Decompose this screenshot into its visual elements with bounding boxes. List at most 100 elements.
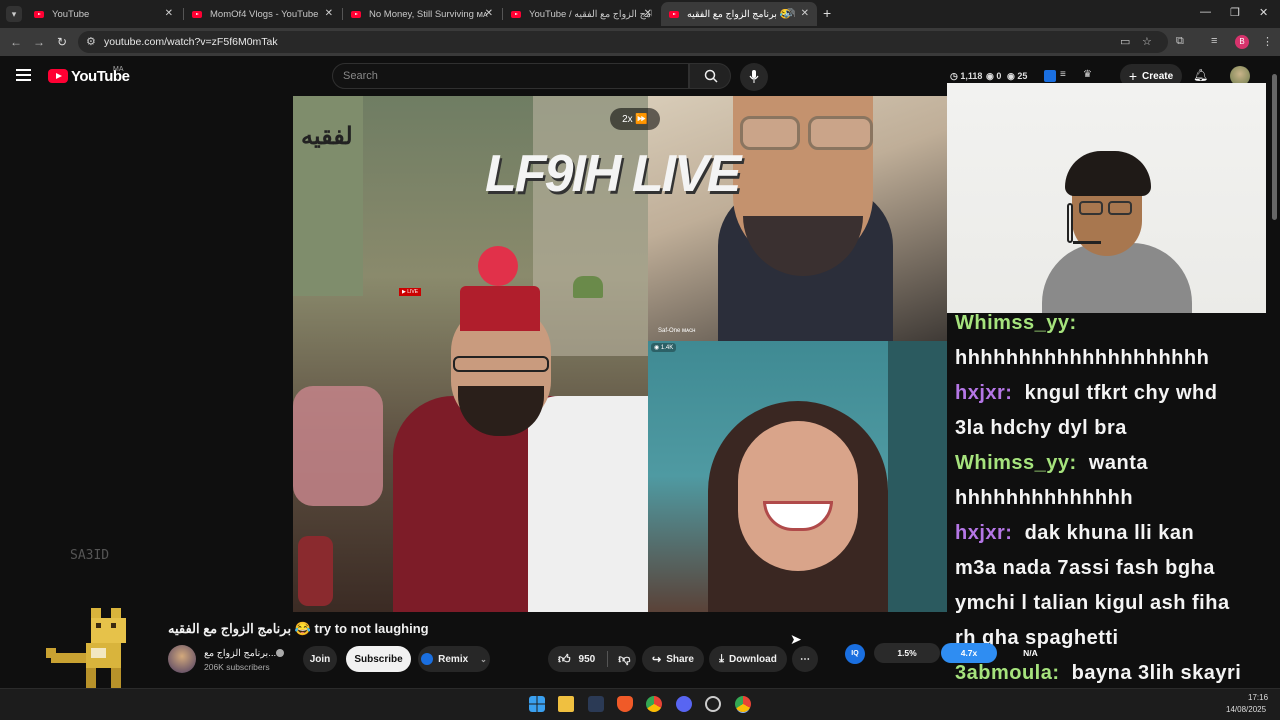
chat-message: 3abmoula: bayna 3lih skayri (955, 656, 1241, 686)
chat-message-text: dak khuna lli kan (1024, 522, 1195, 544)
chat-username: Whimss_yy: (955, 452, 1077, 474)
omnibox[interactable]: ⚙ youtube.com/watch?v=zF5f6M0mTak ▭ ☆ (78, 31, 1168, 53)
verified-icon (276, 649, 284, 657)
close-window-icon[interactable]: ✕ (1259, 6, 1268, 19)
tab-no-money[interactable]: No Money, Still Surviving ᴍᴀ - Y ✕ (343, 2, 501, 26)
tab-youtube[interactable]: YouTube ✕ (26, 2, 181, 26)
tab-close-icon[interactable]: ✕ (485, 8, 493, 19)
system-app-icon[interactable] (705, 696, 721, 712)
browser-menu-icon[interactable]: ⋮ (1262, 35, 1273, 48)
app-icon[interactable] (588, 696, 604, 712)
windows-start-icon[interactable] (529, 696, 545, 712)
reload-icon[interactable]: ↻ (57, 35, 67, 49)
youtube-logo-icon[interactable] (48, 69, 68, 83)
search-icon (704, 69, 718, 83)
windows-taskbar (0, 688, 1280, 720)
page-scrollbar[interactable] (1272, 74, 1277, 220)
new-tab-plus-icon[interactable]: + (823, 5, 831, 21)
list-icon[interactable]: ≡ (1060, 69, 1066, 80)
more-actions-button[interactable]: ⋯ (792, 646, 818, 672)
speaker-icon[interactable]: 🔊 (784, 8, 795, 19)
trophy-icon[interactable]: ♛ (1083, 69, 1092, 80)
chat-username: hxjxr: (955, 382, 1013, 404)
subscriber-count: 206K subscribers (204, 662, 270, 672)
tab-close-icon[interactable]: ✕ (165, 8, 173, 19)
join-button[interactable]: Join (303, 646, 337, 672)
streamer-webcam (947, 83, 1266, 313)
country-code: MA (113, 66, 124, 73)
chat-message: hxjxr: kngul tfkrt chy whd (955, 376, 1217, 411)
chat-message: hxjxr: dak khuna lli kan (955, 516, 1194, 551)
back-arrow-icon[interactable]: ← (10, 35, 22, 49)
media-controls-icon[interactable]: ≡ (1211, 35, 1217, 47)
channel-watermark-logo: لفقيه (301, 123, 353, 150)
views-stat: ◷ 1,118 (950, 71, 983, 81)
tab-lfqih-channel[interactable]: YouTube / برنامج الزواج مع الفقيه ✕ (503, 2, 660, 26)
plus-icon: + (1128, 68, 1138, 84)
chrome-active-icon[interactable] (735, 696, 751, 712)
clock-date[interactable]: 14/08/2025 (1226, 705, 1266, 714)
tab-title: YouTube / برنامج الزواج مع الفقيه (529, 8, 652, 20)
share-label: Share (666, 653, 694, 665)
chrome-icon[interactable] (646, 696, 662, 712)
bookmark-star-icon[interactable]: ☆ (1142, 35, 1152, 48)
site-info-icon[interactable]: ⚙ (86, 35, 96, 48)
cast-icon[interactable]: ▭ (1120, 35, 1130, 48)
brave-browser-icon[interactable] (617, 696, 633, 712)
playback-speed-badge[interactable]: 2x ⏩ (610, 108, 660, 130)
sa3id-watermark: SA3ID (70, 548, 110, 563)
youtube-favicon-icon (511, 10, 521, 18)
tab-active-video[interactable]: برنامج الزواج مع الفقيه 😂 Be 🔊 ✕ (661, 2, 817, 26)
clock-time[interactable]: 17:16 (1248, 693, 1268, 702)
tab-title: MomOf4 Vlogs - YouTube (210, 8, 319, 20)
channel-avatar[interactable] (168, 645, 196, 673)
live-sticker: ▶ LIVE (399, 288, 422, 296)
tab-close-icon[interactable]: ✕ (801, 8, 809, 19)
chevron-down-icon[interactable]: ⌄ (480, 655, 487, 664)
file-explorer-icon[interactable] (558, 696, 574, 712)
iq-percent-b: 4.7x (941, 643, 997, 663)
tab-title: YouTube (52, 8, 90, 20)
restore-icon[interactable]: ❐ (1230, 6, 1240, 19)
subscribe-button[interactable]: Subscribe (346, 646, 411, 672)
forward-arrow-icon[interactable]: → (33, 35, 45, 49)
chat-message-text: kngul tfkrt chy whd (1024, 382, 1218, 404)
tab-search-icon[interactable]: ▾ (6, 6, 22, 22)
download-button[interactable]: ⤓ Download (709, 646, 787, 672)
notifications-bell-icon[interactable]: 🔔︎ (1193, 68, 1208, 82)
chat-message-text: 3la hdchy dyl bra (955, 417, 1127, 439)
subscribe-label: Subscribe (354, 653, 403, 665)
tab-momof4[interactable]: MomOf4 Vlogs - YouTube ✕ (184, 2, 341, 26)
youtube-favicon-icon (669, 10, 679, 18)
chat-message-text: hhhhhhhhhhhhhhhhhhhh (955, 347, 1210, 369)
chat-message: Whimss_yy: wanta (955, 446, 1148, 481)
hamburger-menu-icon[interactable] (16, 69, 31, 81)
tab-title: No Money, Still Surviving ᴍᴀ - Y (369, 8, 489, 20)
video-player[interactable]: لفقيه ▶ LIVE Saf-One ᴍᴀᴄʜ ◉ 1.4K LF9IH L… (293, 96, 947, 612)
url-text[interactable]: youtube.com/watch?v=zF5f6M0mTak (104, 36, 278, 48)
count-stat: ◉ 25 (1007, 71, 1028, 81)
browser-tab-bar: ▾ YouTube ✕ MomOf4 Vlogs - YouTube ✕ No … (0, 0, 1280, 28)
channel-name[interactable]: برنامج الزواج مع... (204, 648, 276, 659)
iq-percent-a: 1.5% (874, 643, 940, 663)
thumbs-down-icon[interactable]: 👎︎ (618, 652, 630, 667)
like-count[interactable]: 950 (579, 654, 596, 665)
extensions-icon[interactable]: ⧉ (1176, 35, 1184, 48)
search-input[interactable]: Search (332, 63, 689, 89)
youtube-favicon-icon (34, 10, 44, 18)
iq-extension-icon[interactable] (1044, 70, 1056, 82)
tab-close-icon[interactable]: ✕ (325, 8, 333, 19)
mouse-cursor-icon: ➤ (790, 631, 802, 647)
thumbs-up-icon[interactable]: 👍︎ (558, 652, 571, 667)
tab-close-icon[interactable]: ✕ (644, 8, 652, 19)
share-button[interactable]: ↪ Share (642, 646, 704, 672)
video-overlay-title: LF9IH LIVE (485, 145, 741, 203)
iq-widget-icon[interactable]: IQ (845, 644, 865, 664)
profile-avatar[interactable]: B (1235, 35, 1249, 49)
remix-button[interactable]: Remix ⌄ (418, 646, 490, 672)
discord-icon[interactable] (676, 696, 692, 712)
search-button[interactable] (689, 63, 731, 89)
download-icon: ⤓ (719, 652, 725, 665)
voice-search-button[interactable] (740, 63, 768, 91)
minimize-icon[interactable]: — (1200, 6, 1211, 18)
